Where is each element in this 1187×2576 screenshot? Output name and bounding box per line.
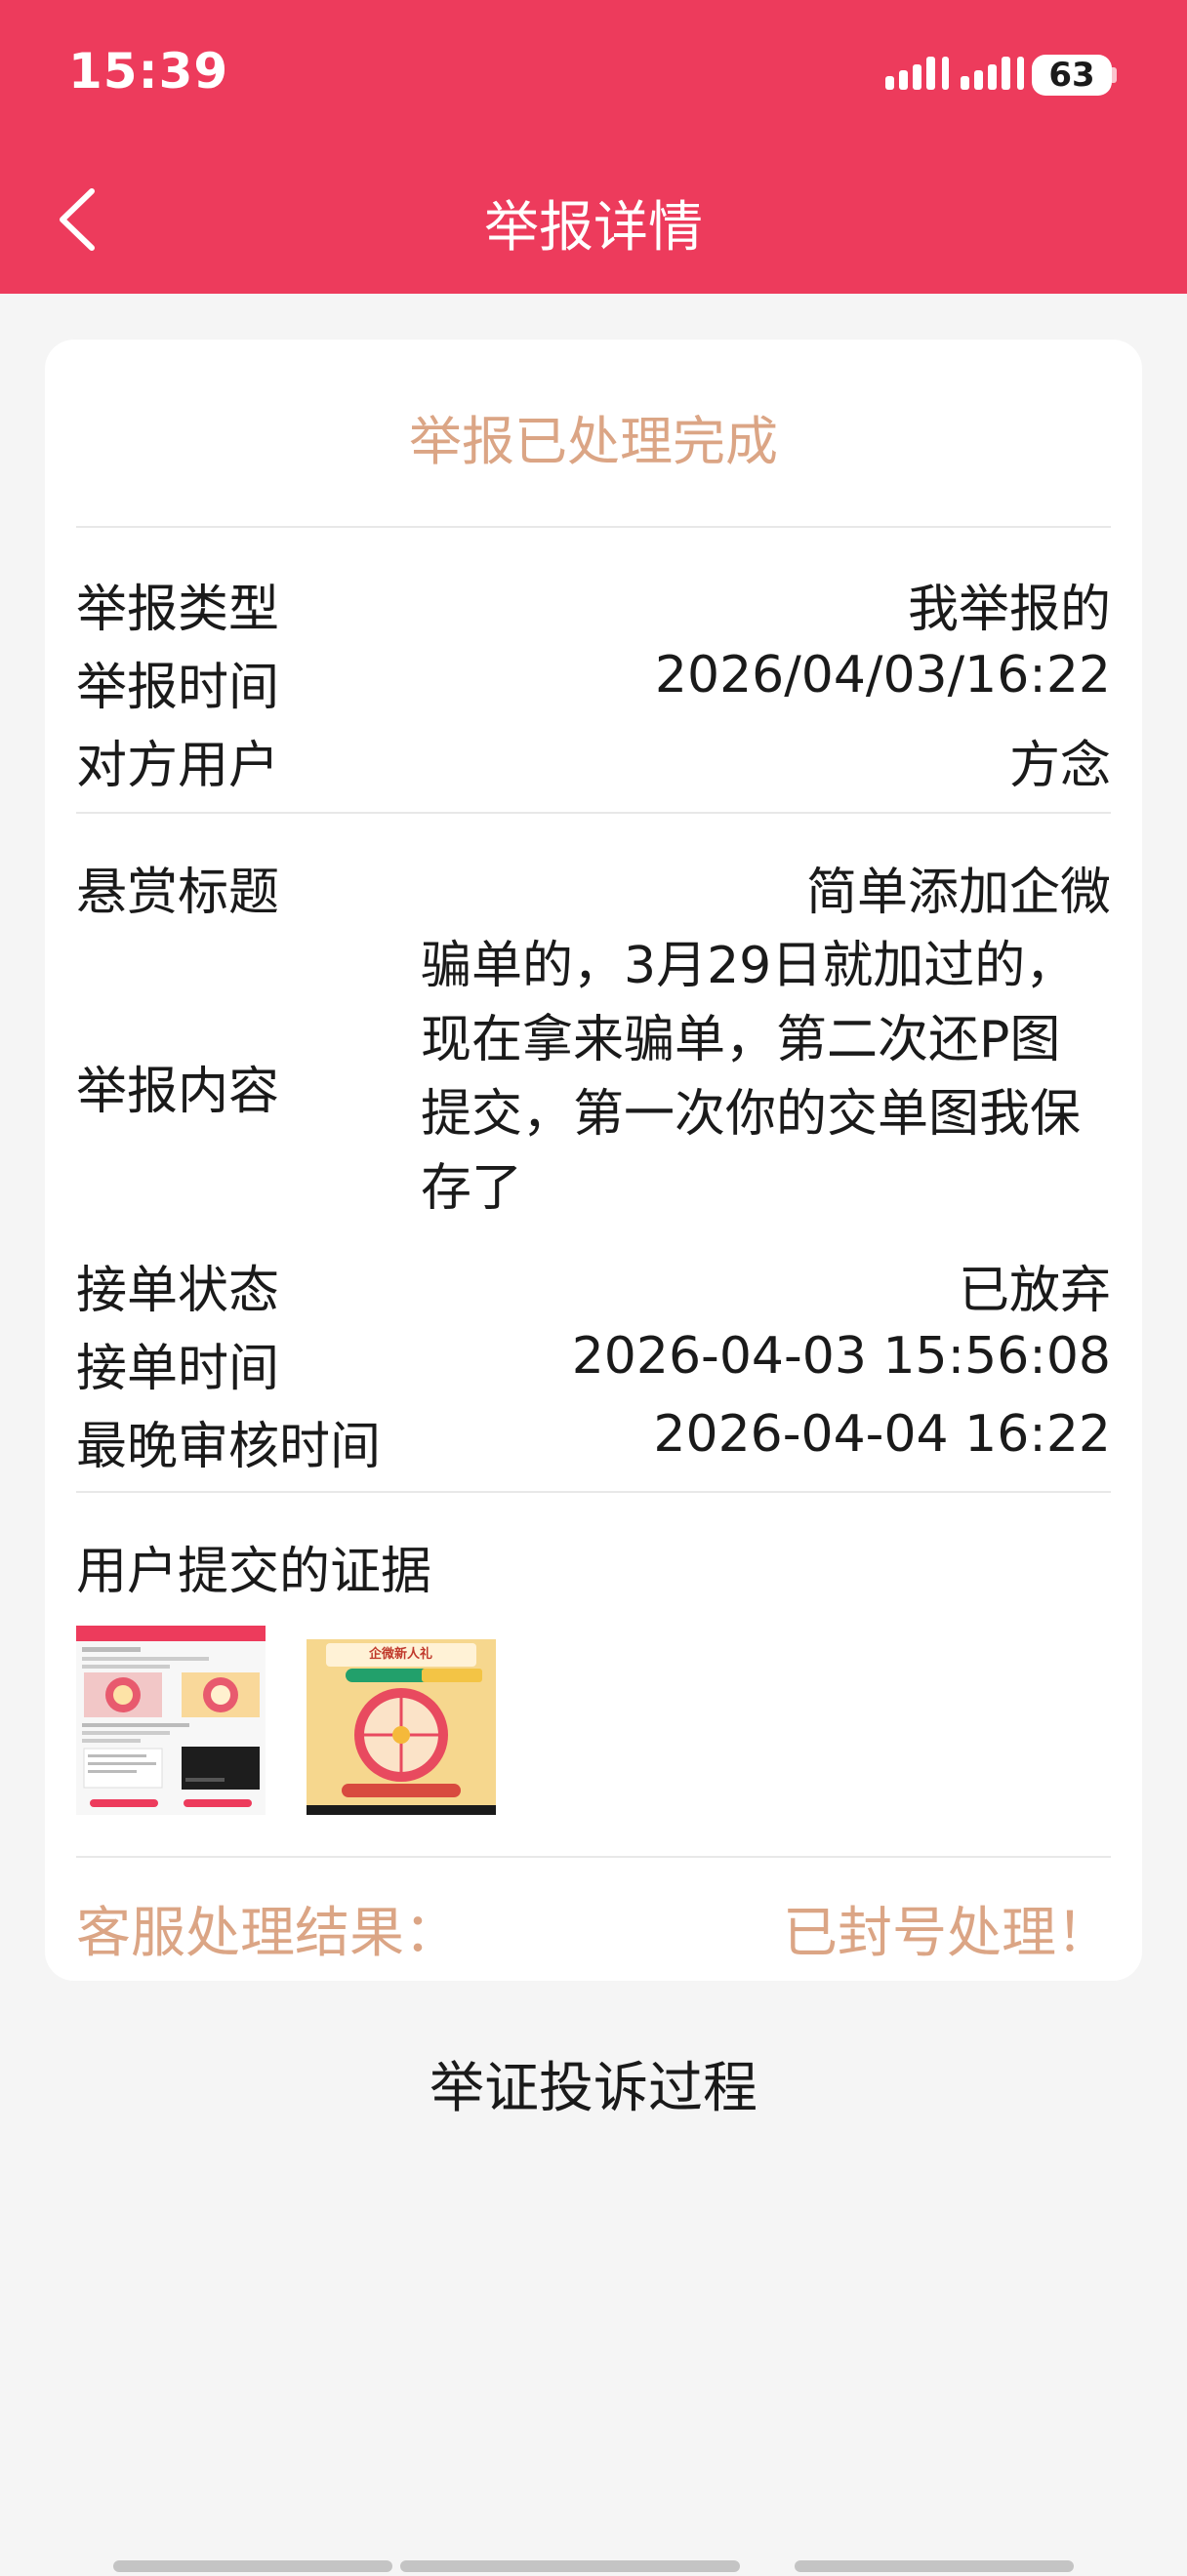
other-user-value: 方念 xyxy=(1008,737,1111,795)
signal-icon xyxy=(961,57,1024,90)
signal-icon xyxy=(885,57,949,90)
scroll-indicator xyxy=(795,2560,1074,2572)
order-time-value: 2026-04-03 15:56:08 xyxy=(571,1327,1111,1386)
screenshot-thumbnail xyxy=(76,1626,266,1815)
evidence-image-1[interactable] xyxy=(76,1626,266,1815)
evidence-image-2[interactable]: 企微新人礼 xyxy=(307,1626,496,1815)
report-time-value: 2026/04/03/16:22 xyxy=(654,646,1111,704)
reward-title-value: 简单添加企微 xyxy=(805,864,1111,922)
service-result-value: 已封号处理！ xyxy=(783,1902,1111,1965)
status-time: 15:39 xyxy=(68,43,229,100)
service-result-label: 客服处理结果： xyxy=(76,1902,459,1965)
order-time-label: 接单时间 xyxy=(76,1340,280,1398)
battery-icon: 63 xyxy=(1032,55,1112,96)
report-status: 举报已处理完成 xyxy=(409,411,778,472)
page-title: 举报详情 xyxy=(484,196,703,260)
evidence-title: 用户提交的证据 xyxy=(76,1543,432,1601)
scroll-indicator xyxy=(400,2560,740,2572)
report-content-label: 举报内容 xyxy=(76,1063,280,1121)
other-user-label: 对方用户 xyxy=(76,737,280,795)
complaint-process-link[interactable]: 举证投诉过程 xyxy=(0,2044,1187,2123)
report-type-label: 举报类型 xyxy=(76,581,280,639)
report-detail-card: 举报已处理完成 举报类型 我举报的 举报时间 2026/04/03/16:22 … xyxy=(45,340,1142,1981)
report-content-value: 骗单的，3月29日就加过的，现在拿来骗单，第二次还P图提交，第一次你的交单图我保… xyxy=(421,937,1082,1218)
top-header: 15:39 63 举报详情 xyxy=(0,0,1187,294)
order-status-label: 接单状态 xyxy=(76,1262,280,1320)
report-time-label: 举报时间 xyxy=(76,659,280,717)
divider xyxy=(76,1856,1111,1858)
divider xyxy=(76,812,1111,814)
evidence-image-caption: 企微新人礼 xyxy=(369,1647,433,1662)
reward-title-label: 悬赏标题 xyxy=(76,864,280,922)
latest-review-time-value: 2026-04-04 16:22 xyxy=(653,1405,1111,1464)
latest-review-time-label: 最晚审核时间 xyxy=(76,1418,382,1476)
order-status-value: 已放弃 xyxy=(958,1262,1111,1320)
battery-tip xyxy=(1112,67,1117,83)
divider xyxy=(76,526,1111,528)
divider xyxy=(76,1491,1111,1493)
scroll-indicator xyxy=(113,2560,392,2572)
report-type-value: 我举报的 xyxy=(907,581,1111,639)
battery-level: 63 xyxy=(1048,56,1095,95)
